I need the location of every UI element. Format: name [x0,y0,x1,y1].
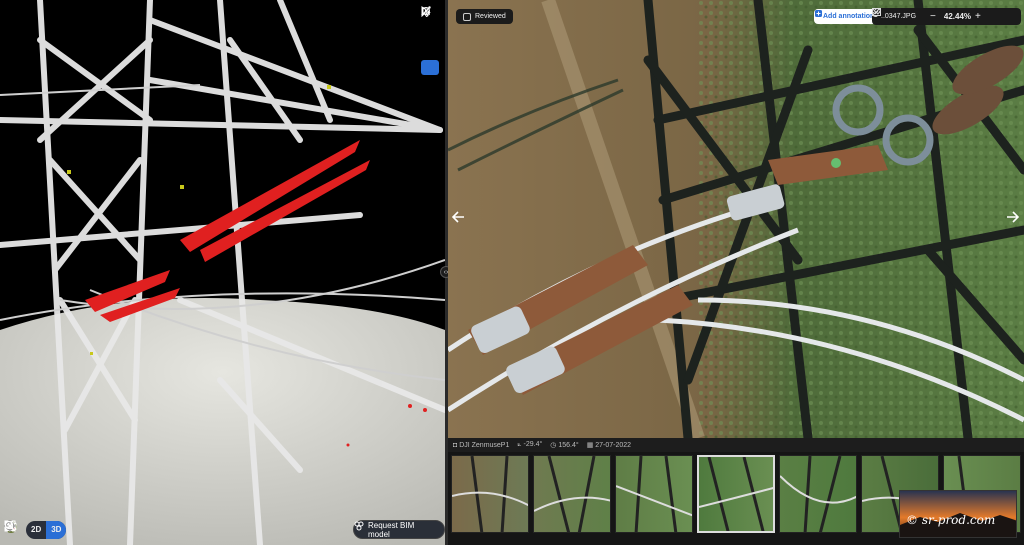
reviewed-label: Reviewed [475,13,506,20]
view-mode-toggle: 2D 3D [26,521,67,539]
date-value: 27-07-2022 [595,442,632,449]
zoom-plus-button[interactable]: + [975,11,981,22]
fit-screen-icon[interactable] [4,520,198,539]
viewer-bottom-bar: 2D 3D [4,520,242,540]
filmstrip-thumbnail[interactable] [779,455,857,533]
crosshair-icon[interactable] [4,520,176,539]
camera-model: DJI ZenmuseP1 [459,441,510,449]
viewer-tools [421,6,439,75]
camera-icon[interactable] [4,521,154,539]
reviewed-checkbox[interactable] [463,12,471,21]
photo-controls: ..0347.JPG − 42.44% + [872,8,1021,25]
watermark-text: © sr-prod.com [906,513,996,527]
request-bim-button[interactable]: Request BIM model [353,520,445,539]
add-annotation-label: Add annotation [823,13,875,20]
point-cloud-viewer[interactable]: 2D 3D Request BIM model [0,0,445,545]
drone-photo [448,0,1024,438]
mode-2d-button[interactable]: 2D [26,521,46,539]
flag-icon[interactable] [5,520,88,539]
filmstrip-thumbnail[interactable] [451,455,529,533]
filename-label: ..0347.JPG [881,13,917,20]
zoom-minus-button[interactable]: − [930,11,936,22]
measure-line-icon[interactable] [421,6,439,39]
date-meta: ▦ 27-07-2022 [587,441,631,449]
bim-label: Request BIM model [368,520,415,539]
pitch-icon: ⟀ [517,441,522,448]
pitch-meta: ⟀ -29.4° [517,441,542,449]
zoom-out-icon[interactable] [5,521,242,539]
watermark-logo: © sr-prod.com [899,490,1017,538]
target-icon[interactable] [421,7,439,75]
gear-icon[interactable] [5,521,110,539]
camera-small-icon: ◘ [453,441,458,449]
filmstrip-thumbnail[interactable] [533,455,611,533]
heading-value: 156.4° [558,442,579,449]
compass-icon: ◷ [550,442,557,449]
photo-viewer[interactable]: Reviewed Add annotation ..0347.JPG − 42.… [448,0,1024,438]
zoom-level: 42.44% [943,12,972,21]
camera-meta: ◘ DJI ZenmuseP1 [453,442,509,449]
photo-metadata-bar: ◘ DJI ZenmuseP1 ⟀ -29.4° ◷ 156.4° ▦ 27-0… [448,438,1024,452]
crop-icon[interactable] [421,7,439,57]
mode-3d-button[interactable]: 3D [46,521,67,539]
point-cloud-render [0,0,445,545]
zoom-in-icon[interactable] [5,521,220,539]
reviewed-toggle[interactable]: Reviewed [456,9,513,24]
filmstrip-thumbnail[interactable] [615,455,693,533]
filmstrip-thumbnail-selected[interactable] [697,455,775,533]
calendar-icon: ▦ [586,442,594,449]
pitch-value: -29.4° [523,441,543,448]
add-annotation-button[interactable]: Add annotation [814,9,881,24]
app-window: 2D 3D Request BIM model ‹› Reviewed Add … [0,0,1024,545]
heading-meta: ◷ 156.4° [550,441,578,449]
book-icon[interactable] [5,521,132,539]
